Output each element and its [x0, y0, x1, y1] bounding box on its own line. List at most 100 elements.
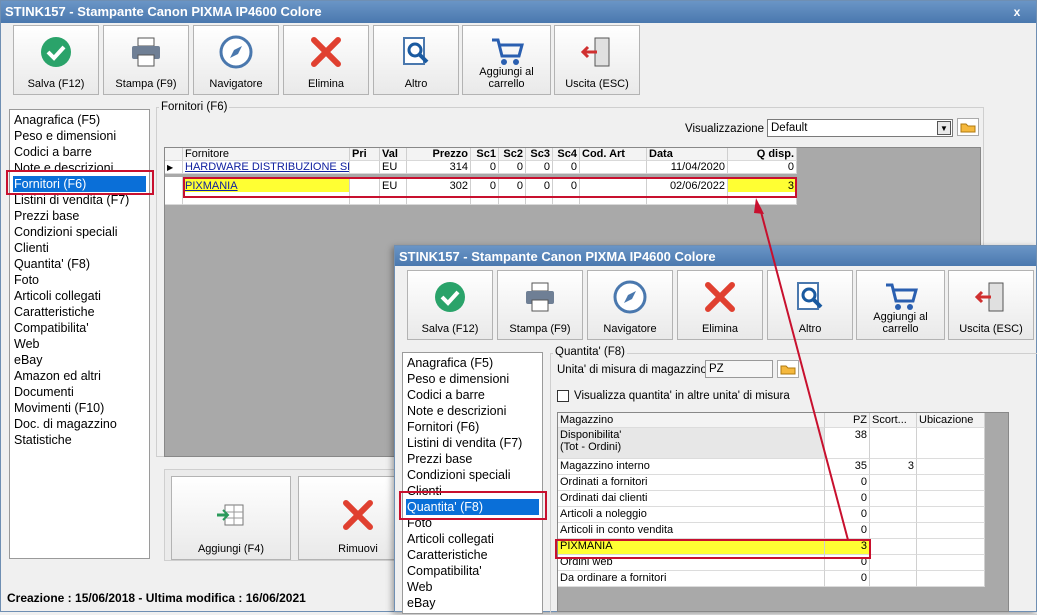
table-row[interactable]: Ordinati a fornitori 0 [558, 475, 985, 491]
cell-ubic [917, 523, 985, 539]
cell-ubic [917, 428, 985, 459]
nav-item[interactable]: Note e descrizioni [406, 403, 539, 419]
view-select[interactable]: Default ▼ [767, 119, 953, 137]
nav-item[interactable]: Statistiche [13, 432, 146, 448]
nav-item[interactable]: eBay [13, 352, 146, 368]
nav-item[interactable]: Foto [13, 272, 146, 288]
nav-item[interactable]: Peso e dimensioni [406, 371, 539, 387]
cell-sc3: 0 [526, 161, 553, 174]
nav-item[interactable]: Caratteristiche [13, 304, 146, 320]
sidebar-nav[interactable]: Anagrafica (F5) Peso e dimensioni Codici a… [9, 109, 150, 559]
nav-item[interactable]: Codici a barre [406, 387, 539, 403]
nav-item[interactable]: Compatibilita' [406, 563, 539, 579]
nav-item[interactable]: Condizioni speciali [13, 224, 146, 240]
nav-item[interactable]: Amazon ed altri [13, 368, 146, 384]
child-sidebar-nav[interactable]: Anagrafica (F5) Peso e dimensioni Codici a… [402, 352, 543, 614]
nav-item[interactable]: Condizioni speciali [406, 467, 539, 483]
printer-icon [526, 282, 554, 312]
nav-item[interactable]: Clienti [406, 483, 539, 499]
nav-item[interactable]: Web [13, 336, 146, 352]
exit-button[interactable]: Uscita (ESC) [948, 270, 1034, 340]
delete-button[interactable]: Elimina [283, 25, 369, 95]
print-button[interactable]: Stampa (F9) [497, 270, 583, 340]
cell-ubic [917, 475, 985, 491]
nav-item[interactable]: eBay [406, 595, 539, 611]
quantity-header: Magazzino PZ Scort... Ubicazione [558, 413, 985, 428]
table-row[interactable]: Articoli a noleggio 0 [558, 507, 985, 523]
nav-item[interactable]: Caratteristiche [406, 547, 539, 563]
nav-item[interactable]: Peso e dimensioni [13, 128, 146, 144]
cart-button[interactable]: Aggiungi al carrello [856, 270, 945, 340]
suppliers-group-title: Fornitori (F6) [159, 101, 230, 113]
cart-button[interactable]: Aggiungi al carrello [462, 25, 551, 95]
nav-item[interactable]: Anagrafica (F5) [13, 112, 146, 128]
save-button[interactable]: Salva (F12) [13, 25, 99, 95]
unit-field[interactable]: PZ [705, 360, 773, 378]
save-button[interactable]: Salva (F12) [407, 270, 493, 340]
nav-item[interactable]: Compatibilita' [13, 320, 146, 336]
cell-fornitore: HARDWARE DISTRIBUZIONE SRL [183, 161, 350, 174]
folder-icon[interactable] [957, 118, 979, 136]
nav-item[interactable]: Listini di vendita (F7) [13, 192, 146, 208]
nav-item[interactable]: Clienti [13, 240, 146, 256]
alt-units-label: Visualizza quantita' in altre unita' di … [574, 390, 790, 402]
column-header: PZ [825, 413, 870, 428]
quantity-table: Magazzino PZ Scort... Ubicazione Disponibili… [557, 412, 1009, 612]
exit-icon [580, 37, 610, 67]
table-row[interactable]: Disponibilita' (Tot - Ordini) 38 [558, 428, 985, 459]
table-row[interactable]: ▶ HARDWARE DISTRIBUZIONE SRL EU 314 0 0 0 0 11/0… [165, 161, 797, 174]
view-select-value: Default [771, 122, 808, 134]
nav-button[interactable]: Navigatore [193, 25, 279, 95]
empty-cell [553, 192, 580, 205]
column-header: Q disp. [728, 148, 797, 161]
delete-label: Elimina [701, 323, 739, 335]
table-row[interactable]: Ordinati dai clienti 0 [558, 491, 985, 507]
other-button[interactable]: Altro [373, 25, 459, 95]
cell-name: Ordinati a fornitori [558, 475, 825, 491]
table-row[interactable]: Da ordinare a fornitori 0 [558, 571, 985, 587]
search-icon [797, 282, 823, 310]
nav-item[interactable]: Doc. di magazzino [13, 416, 146, 432]
add-supplier-button[interactable]: Aggiungi (F4) [171, 476, 291, 560]
folder-icon[interactable] [777, 360, 799, 378]
nav-item[interactable]: Prezzi base [13, 208, 146, 224]
close-button[interactable]: x [1008, 3, 1026, 21]
print-button[interactable]: Stampa (F9) [103, 25, 189, 95]
table-row[interactable]: PIXMANIA 3 [558, 539, 985, 555]
exit-button[interactable]: Uscita (ESC) [554, 25, 640, 95]
delete-button[interactable]: Elimina [677, 270, 763, 340]
nav-item[interactable]: Movimenti (F10) [13, 400, 146, 416]
nav-item[interactable]: Anagrafica (F5) [406, 355, 539, 371]
alt-units-checkbox[interactable] [557, 390, 569, 402]
table-row[interactable]: Ordini web 0 [558, 555, 985, 571]
nav-item[interactable]: Codici a barre [13, 144, 146, 160]
cart-label: Aggiungi al carrello [873, 311, 928, 335]
cell-name: Ordinati dai clienti [558, 491, 825, 507]
table-row[interactable]: Magazzino interno 35 3 [558, 459, 985, 475]
other-button[interactable]: Altro [767, 270, 853, 340]
nav-item[interactable]: Foto [406, 515, 539, 531]
new-row[interactable] [165, 192, 797, 205]
cell-name: PIXMANIA [558, 539, 825, 555]
nav-item[interactable]: Web [406, 579, 539, 595]
nav-item[interactable]: Fornitori (F6) [13, 176, 146, 192]
other-label: Altro [404, 78, 428, 90]
nav-item[interactable]: Note e descrizioni [13, 160, 146, 176]
empty-cell [165, 192, 183, 205]
nav-item[interactable]: Articoli collegati [13, 288, 146, 304]
nav-item[interactable]: Documenti [13, 384, 146, 400]
cell-ubic [917, 491, 985, 507]
print-label: Stampa (F9) [509, 323, 571, 335]
nav-item[interactable]: Quantita' (F8) [13, 256, 146, 272]
cell-sc4: 0 [553, 161, 580, 174]
nav-button[interactable]: Navigatore [587, 270, 673, 340]
nav-item[interactable]: Articoli collegati [406, 531, 539, 547]
table-row[interactable]: Articoli in conto vendita 0 [558, 523, 985, 539]
column-header: Sc2 [499, 148, 526, 161]
chevron-down-icon[interactable]: ▼ [937, 121, 951, 135]
nav-item[interactable]: Fornitori (F6) [406, 419, 539, 435]
cell-ubic [917, 555, 985, 571]
nav-item[interactable]: Prezzi base [406, 451, 539, 467]
nav-item[interactable]: Quantita' (F8) [406, 499, 539, 515]
nav-item[interactable]: Listini di vendita (F7) [406, 435, 539, 451]
